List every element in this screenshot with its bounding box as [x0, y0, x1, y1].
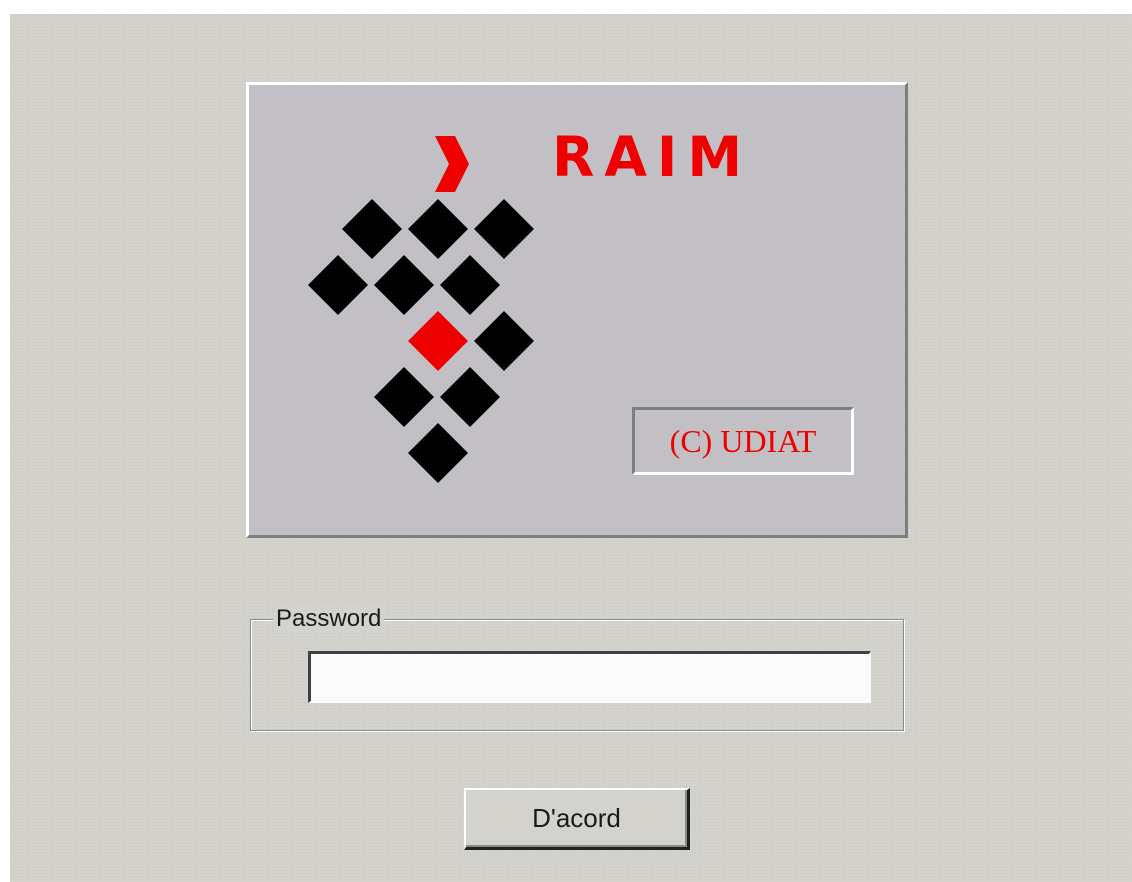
diamond-icon — [342, 199, 402, 259]
logo-panel: RAIM (C) UDIAT — [246, 82, 908, 538]
diamond-icon — [408, 199, 468, 259]
diamond-icon — [440, 255, 500, 315]
diamond-icon — [374, 255, 434, 315]
diamond-icon — [474, 199, 534, 259]
password-label: Password — [273, 605, 385, 633]
copyright-text: (C) UDIAT — [669, 423, 817, 459]
diamond-icon — [308, 255, 368, 315]
login-window: RAIM (C) UDIAT Password D'acord — [10, 14, 1132, 882]
diamond-icon — [408, 423, 468, 483]
diamond-icon — [374, 367, 434, 427]
diamond-icon — [474, 311, 534, 371]
app-title: RAIM — [552, 125, 753, 189]
red-diamond-icon — [408, 311, 468, 371]
diamond-icon — [440, 367, 500, 427]
ok-button[interactable]: D'acord — [464, 788, 690, 850]
password-input[interactable] — [308, 651, 871, 703]
password-groupbox: Password — [250, 605, 904, 731]
copyright-box: (C) UDIAT — [632, 407, 854, 475]
chevron-right-icon — [435, 136, 469, 192]
